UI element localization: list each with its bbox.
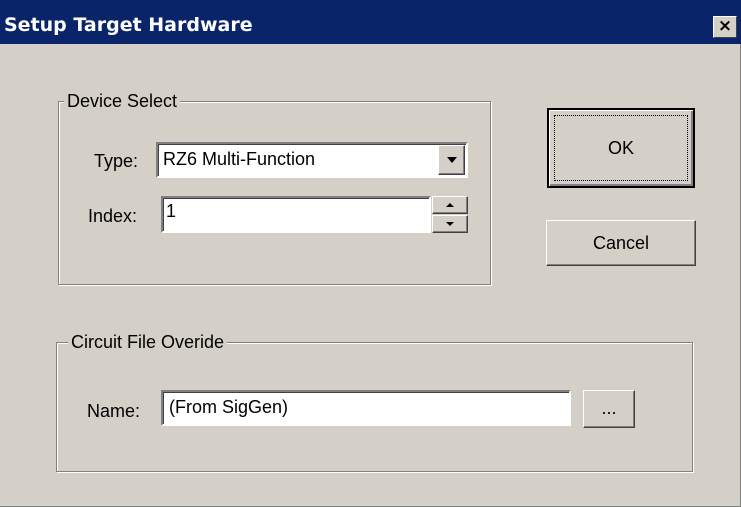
name-input[interactable]: (From SigGen) xyxy=(161,390,571,426)
cancel-button-label: Cancel xyxy=(592,233,650,253)
index-label: Index: xyxy=(88,206,138,226)
name-input-value: (From SigGen) xyxy=(169,397,289,417)
cancel-button[interactable]: Cancel xyxy=(546,220,696,266)
index-spin-up-button[interactable] xyxy=(432,196,468,214)
type-dropdown-button[interactable] xyxy=(438,145,465,175)
index-spin-down-button[interactable] xyxy=(432,215,468,233)
title-bar[interactable]: Setup Target Hardware × xyxy=(0,0,741,44)
device-select-legend: Device Select xyxy=(64,90,181,112)
name-label: Name: xyxy=(87,401,141,421)
device-select-group: Device Select xyxy=(58,90,491,285)
browse-button[interactable]: ... xyxy=(583,390,635,428)
browse-button-label: ... xyxy=(601,398,617,418)
close-icon: × xyxy=(717,16,733,36)
ok-button-label: OK xyxy=(607,138,634,158)
spin-down-icon xyxy=(446,222,454,226)
type-label: Type: xyxy=(94,151,139,171)
index-input[interactable]: 1 xyxy=(161,196,431,233)
circuit-file-legend: Circuit File Overide xyxy=(68,331,228,353)
chevron-down-icon xyxy=(446,157,457,163)
window-title: Setup Target Hardware xyxy=(4,14,253,36)
type-dropdown[interactable]: RZ6 Multi-Function xyxy=(156,142,468,178)
close-button[interactable]: × xyxy=(713,16,737,38)
ok-button[interactable]: OK xyxy=(547,108,695,188)
setup-target-hardware-dialog: Setup Target Hardware × Device Select Ty… xyxy=(0,0,741,507)
index-input-value: 1 xyxy=(166,201,177,221)
type-dropdown-value: RZ6 Multi-Function xyxy=(163,149,316,169)
spin-up-icon xyxy=(446,203,454,207)
